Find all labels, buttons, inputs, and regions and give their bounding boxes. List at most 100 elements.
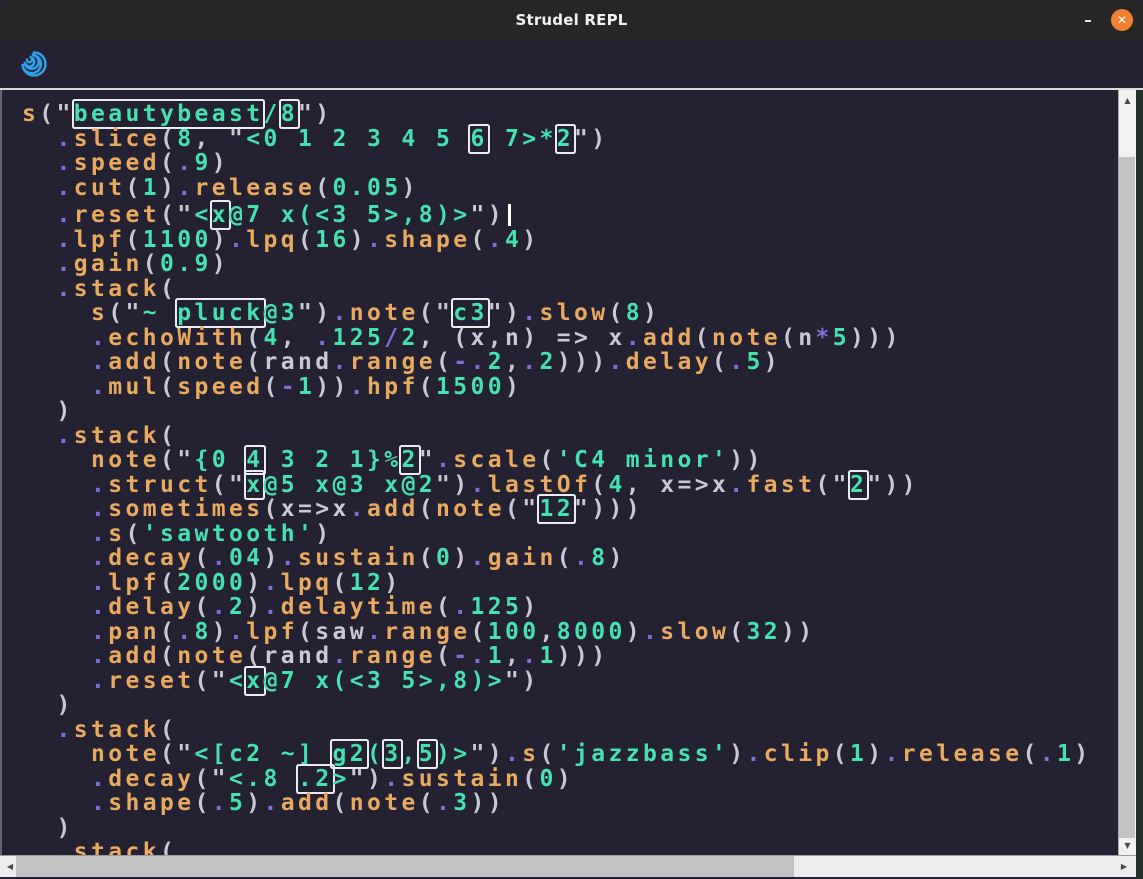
code-token: ( [160, 619, 177, 645]
code-token: ( [160, 276, 177, 302]
code-token: range [350, 349, 436, 375]
code-token: 1100 [143, 227, 212, 253]
code-token: saw [315, 619, 367, 645]
code-token [22, 766, 91, 792]
code-token: . [57, 251, 74, 277]
strudel-spiral-logo-icon[interactable] [20, 50, 48, 78]
code-token: . [91, 521, 108, 547]
code-token: sustain [402, 766, 523, 792]
code-token: . [91, 594, 108, 620]
active-pattern-token: c3 [453, 300, 488, 326]
active-pattern-token: 5 [419, 741, 436, 767]
code-token: ( [539, 447, 556, 473]
code-line: ) [22, 816, 1118, 841]
vertical-scrollbar-thumb[interactable] [1119, 157, 1135, 838]
code-token: 1 [143, 175, 160, 201]
code-token: 4 [263, 325, 280, 351]
horizontal-scrollbar[interactable]: ◀ ▶ [0, 855, 1136, 877]
code-line: .gain(0.9) [22, 252, 1118, 277]
code-editor[interactable]: s("beautybeast/8") .slice(8, "<0 1 2 3 4… [0, 90, 1118, 855]
minimize-button[interactable]: – [1081, 11, 1095, 29]
code-token [22, 251, 57, 277]
strudel-repl-window: { "window": { "title": "Strudel REPL", "… [0, 0, 1143, 877]
scroll-right-icon[interactable]: ▶ [1116, 856, 1132, 877]
code-line: s("beautybeast/8") [22, 102, 1118, 127]
code-token [22, 150, 57, 176]
code-token: -. [453, 643, 488, 669]
code-token: 1 [298, 374, 315, 400]
code-line: .shape(.5).add(note(.3)) [22, 791, 1118, 816]
code-token: . [367, 619, 384, 645]
code-token: 1500 [436, 374, 505, 400]
code-token: 125 [470, 594, 522, 620]
code-token: . [57, 150, 74, 176]
scroll-left-icon[interactable]: ◀ [2, 856, 18, 877]
code-token: pan [108, 619, 160, 645]
scroll-up-icon[interactable]: ▲ [1119, 92, 1136, 108]
code-token: ( [160, 349, 177, 375]
active-pattern-token: x [212, 202, 229, 228]
code-token [22, 521, 91, 547]
code-line: .decay("<.8 .2>").sustain(0) [22, 767, 1118, 792]
code-line: .sometimes(x=>x.add(note("12"))) [22, 497, 1118, 522]
code-token: , " [195, 126, 247, 152]
scroll-down-icon[interactable]: ▼ [1119, 837, 1136, 853]
code-token [22, 276, 57, 302]
code-line: .add(note(rand.range(-.2,.2))).delay(.5) [22, 350, 1118, 375]
code-token: ) [643, 300, 660, 326]
code-token: ( [557, 545, 574, 571]
code-token: echoWith [108, 325, 246, 351]
code-token: (" [195, 766, 230, 792]
code-token: rand [264, 349, 333, 375]
code-token: add [643, 325, 695, 351]
code-token: ")) [867, 472, 919, 498]
code-token: ( [833, 741, 850, 767]
code-token: (" [160, 447, 195, 473]
code-token: . [522, 300, 539, 326]
code-token: . [212, 790, 229, 816]
code-token: * [815, 325, 832, 351]
code-token [22, 594, 91, 620]
code-token: range [384, 619, 470, 645]
active-pattern-token: 6 [470, 126, 487, 152]
code-token: ( [315, 175, 332, 201]
code-line: .stack( [22, 718, 1118, 743]
code-token [22, 423, 57, 449]
code-token: . [626, 325, 643, 351]
code-token: gain [74, 251, 143, 277]
code-token [22, 325, 91, 351]
close-icon: ✕ [1117, 14, 1127, 26]
code-line: .reset("<x@7 x(<3 5>,8)>") [22, 200, 1118, 228]
code-token [22, 545, 91, 571]
code-token: ~ [143, 300, 178, 326]
active-pattern-token: beautybeast [74, 101, 264, 127]
code-token: 125 [332, 325, 384, 351]
code-token: ) [1074, 741, 1091, 767]
code-token: @5 x@3 x@2 [263, 472, 435, 498]
code-line: .delay(.2).delaytime(.125) [22, 595, 1118, 620]
code-token: . [91, 325, 108, 351]
code-token: . [57, 839, 74, 855]
code-token: )) [729, 447, 764, 473]
code-token: mul [108, 374, 160, 400]
code-token: 'C4 minor' [557, 447, 729, 473]
active-pattern-token: 2 [850, 472, 867, 498]
code-token: 2000 [177, 570, 246, 596]
code-line: note("<[c2 ~] g2(3,5)>").s('jazzbass').c… [22, 742, 1118, 767]
code-token: ( [522, 766, 539, 792]
code-token: ) [557, 766, 574, 792]
window-right-edge [1136, 90, 1143, 879]
code-token: add [281, 790, 333, 816]
horizontal-scrollbar-thumb[interactable] [16, 856, 794, 877]
code-token: @7 x(<3 5>,8)> [229, 202, 470, 228]
close-button[interactable]: ✕ [1111, 9, 1133, 31]
code-line: .cut(1).release(0.05) [22, 176, 1118, 201]
code-token: scale [453, 447, 539, 473]
active-pattern-token: .2 [298, 766, 333, 792]
code-token [22, 300, 91, 326]
code-token: 0.05 [332, 175, 401, 201]
code-token: . [212, 594, 229, 620]
code-token: . [264, 570, 281, 596]
code-token: . [436, 790, 453, 816]
code-token: @3 [264, 300, 299, 326]
